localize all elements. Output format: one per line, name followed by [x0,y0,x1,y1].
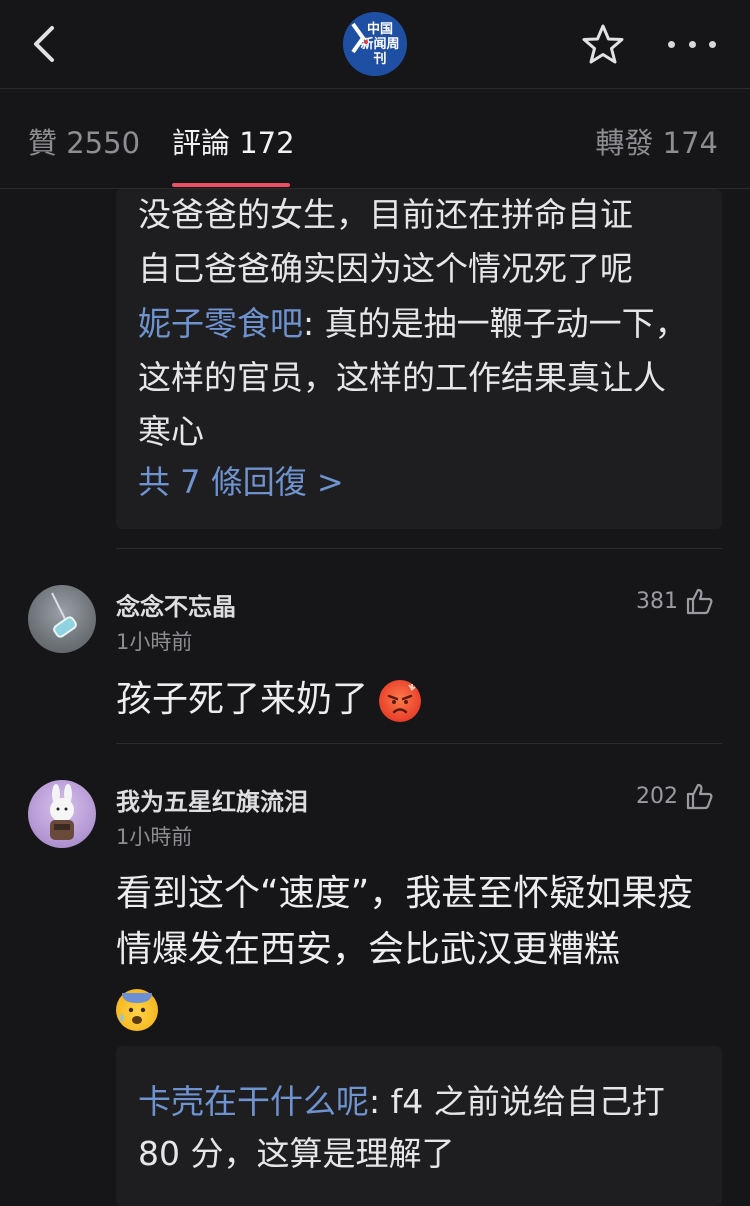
reply-thread[interactable]: 没爸爸的女生，目前还在拼命自证 自己爸爸确实因为这个情况死了呢 妮子零食吧: 真… [116,189,722,529]
tab-comments[interactable]: 評論 172 [172,120,295,162]
rabbit-avatar-image [50,784,74,840]
anxious-sweat-face-icon [116,989,158,1031]
like-count: 202 [636,783,678,809]
angry-face-icon [379,680,422,722]
active-tab-indicator [172,183,290,187]
top-bar: 中国 新闻周刊 [0,0,750,89]
comment-text: 孩子死了来奶了 [116,679,369,720]
comment-content: 孩子死了来奶了 [116,672,716,728]
star-icon[interactable] [580,22,626,66]
thumbs-up-icon [686,783,713,810]
reply-text-line: 自己爸爸确实因为这个情况死了呢 [138,249,633,288]
chevron-left-icon [34,26,54,62]
more-button[interactable] [668,30,716,58]
account-logo[interactable]: 中国 新闻周刊 [343,12,407,76]
like-button[interactable]: 381 [636,586,714,616]
comment-text: 看到这个“速度”，我甚至怀疑如果疫情爆发在西安，会比武汉更糟糕 [116,873,694,970]
reply-thread[interactable]: 卡壳在干什么呢: f4 之前说给自己打 80 分，这算是理解了 [116,1046,722,1206]
reply-item: 卡壳在干什么呢: f4 之前说给自己打 80 分，这算是理解了 [138,1076,698,1180]
comment-time: 1小時前 [116,630,193,654]
comment-username[interactable]: 念念不忘晶 [116,587,236,622]
view-more-replies-link[interactable]: 共 7 條回復 > [138,457,344,503]
logo-mark-icon [351,22,368,54]
comment-content: 看到这个“速度”，我甚至怀疑如果疫情爆发在西安，会比武汉更糟糕 [116,866,716,1034]
like-button[interactable]: 202 [636,781,714,811]
comment-time: 1小時前 [116,825,193,849]
reply-text-line: 没爸爸的女生，目前还在拼命自证 [138,195,633,234]
more-dot [709,40,716,48]
back-button[interactable] [24,22,64,66]
reply-username[interactable]: 妮子零食吧 [138,304,303,343]
avatar[interactable] [28,780,96,848]
thumbs-up-icon [686,588,713,615]
tab-reposts[interactable]: 轉發 174 [595,120,718,162]
reply-item: 妮子零食吧: 真的是抽一鞭子动一下，这样的官员，这样的工作结果真让人寒心 [138,297,698,459]
comment-username[interactable]: 我为五星红旗流泪 [116,782,308,817]
more-dot [668,40,675,48]
tab-bar: 贊 2550 評論 172 轉發 174 [0,88,750,189]
reply-username[interactable]: 卡壳在干什么呢 [138,1082,369,1121]
tab-likes[interactable]: 贊 2550 [28,120,140,162]
divider [116,548,722,549]
like-count: 381 [636,588,678,614]
divider [116,743,722,744]
avatar[interactable] [28,585,96,653]
more-dot [688,40,696,48]
necklace-avatar-image [51,592,77,638]
